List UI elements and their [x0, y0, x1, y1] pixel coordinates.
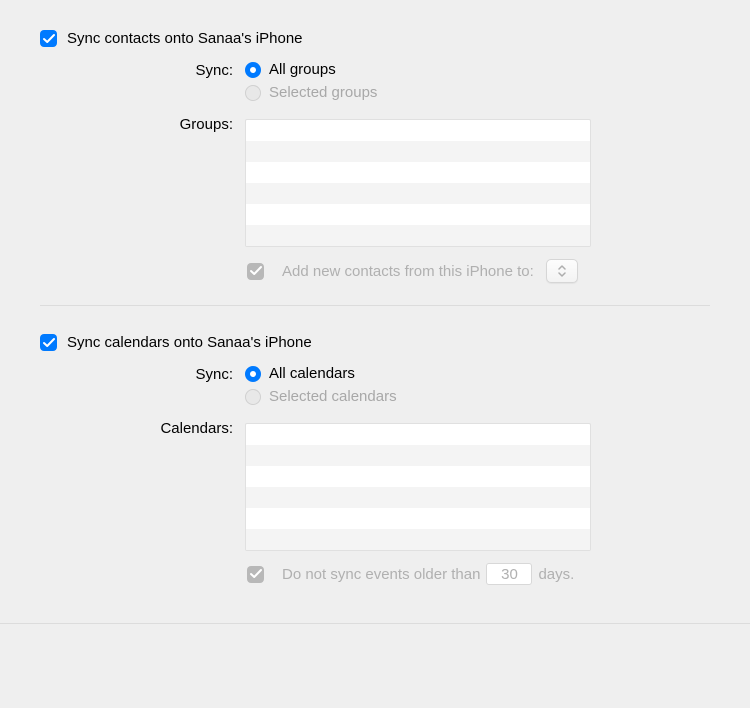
calendars-sync-label: Sync: — [40, 365, 245, 383]
contacts-groups-listbox[interactable] — [245, 119, 591, 247]
calendars-older-than-checkbox[interactable] — [247, 566, 264, 583]
calendars-radio-all-label: All calendars — [269, 365, 355, 382]
bottom-divider — [0, 623, 750, 624]
contacts-radio-all[interactable] — [245, 62, 261, 78]
contacts-sync-label: Sync: — [40, 61, 245, 79]
contacts-header-row: Sync contacts onto Sanaa's iPhone — [40, 30, 710, 47]
section-divider — [40, 305, 710, 306]
calendars-radio-selected-line: Selected calendars — [245, 388, 710, 405]
contacts-radio-selected-label: Selected groups — [269, 84, 377, 101]
contacts-groups-label: Groups: — [40, 115, 245, 133]
calendars-footer-text-before: Do not sync events older than — [282, 566, 480, 583]
contacts-add-new-checkbox[interactable] — [247, 263, 264, 280]
calendars-radio-selected[interactable] — [245, 389, 261, 405]
calendars-sync-row: Sync: All calendars Selected calendars — [40, 365, 710, 411]
calendars-days-input[interactable]: 30 — [486, 563, 532, 585]
calendars-list-row: Calendars: — [40, 419, 710, 551]
contacts-target-group-dropdown[interactable] — [546, 259, 578, 283]
contacts-groups-row: Groups: — [40, 115, 710, 247]
calendars-section: Sync calendars onto Sanaa's iPhone Sync:… — [40, 334, 710, 585]
contacts-header-label: Sync contacts onto Sanaa's iPhone — [67, 30, 303, 47]
contacts-footer-text: Add new contacts from this iPhone to: — [282, 263, 534, 280]
calendars-radio-selected-label: Selected calendars — [269, 388, 397, 405]
calendars-footer-text-after: days. — [538, 566, 574, 583]
contacts-sync-row: Sync: All groups Selected groups — [40, 61, 710, 107]
contacts-radio-selected[interactable] — [245, 85, 261, 101]
calendars-header-row: Sync calendars onto Sanaa's iPhone — [40, 334, 710, 351]
contacts-radio-all-label: All groups — [269, 61, 336, 78]
calendars-list-label: Calendars: — [40, 419, 245, 437]
contacts-radio-selected-line: Selected groups — [245, 84, 710, 101]
calendars-radio-all[interactable] — [245, 366, 261, 382]
sync-contacts-checkbox[interactable] — [40, 30, 57, 47]
contacts-footer-row: Add new contacts from this iPhone to: — [40, 259, 710, 283]
calendars-radio-all-line: All calendars — [245, 365, 710, 382]
sync-calendars-checkbox[interactable] — [40, 334, 57, 351]
calendars-listbox[interactable] — [245, 423, 591, 551]
calendars-header-label: Sync calendars onto Sanaa's iPhone — [67, 334, 312, 351]
contacts-radio-all-line: All groups — [245, 61, 710, 78]
calendars-footer-row: Do not sync events older than 30 days. — [40, 563, 710, 585]
contacts-section: Sync contacts onto Sanaa's iPhone Sync: … — [40, 30, 710, 283]
